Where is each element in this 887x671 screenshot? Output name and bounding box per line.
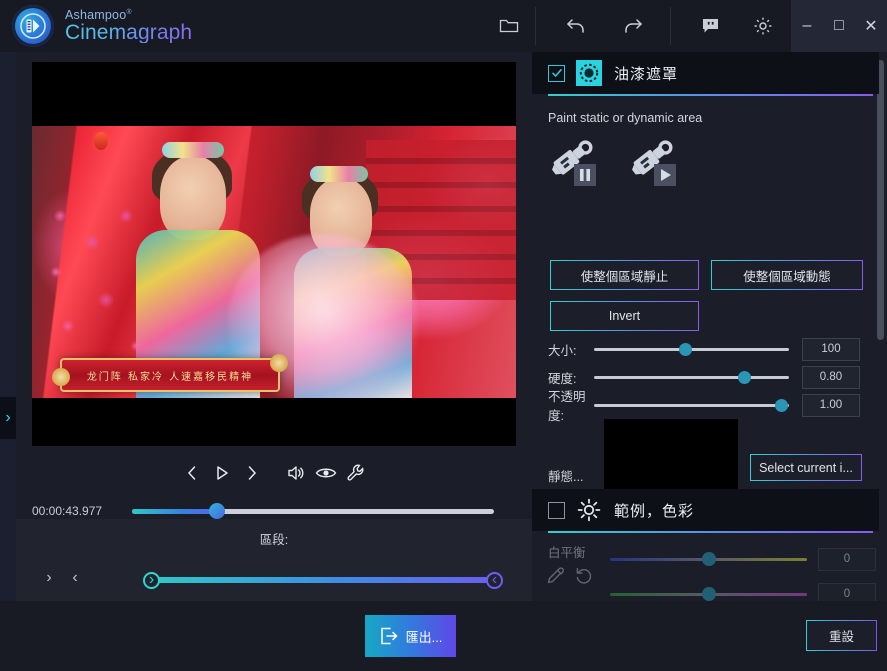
effects-panel: 油漆遮罩 Paint static or dynamic area (532, 52, 887, 601)
timeline-slider[interactable] (132, 509, 494, 514)
timeline-handle[interactable] (209, 503, 225, 519)
white-balance-temp-slider[interactable] (610, 558, 807, 561)
app-window: Ashampoo® Cinemagraph (0, 0, 887, 671)
make-all-dynamic-button[interactable]: 使整個區域動態 (711, 260, 863, 290)
playback-controls (32, 452, 516, 494)
brand-top-line: Ashampoo® (65, 9, 192, 22)
hardness-label: 硬度: (532, 368, 594, 387)
opacity-value[interactable]: 1.00 (802, 394, 860, 417)
paint-hint-text: Paint static or dynamic area (548, 111, 702, 125)
panel-scrollbar[interactable] (877, 60, 884, 340)
export-button-label: 匯出... (406, 627, 443, 646)
export-button[interactable]: 匯出... (365, 615, 456, 657)
letterbox-bottom (32, 398, 516, 446)
paint-mask-title: 油漆遮罩 (614, 63, 678, 84)
make-all-static-button[interactable]: 使整個區域靜止 (550, 260, 699, 290)
minimize-button[interactable]: – (791, 0, 823, 52)
segment-set-start-button[interactable]: › (38, 567, 60, 589)
brush-tool-group (548, 134, 686, 192)
size-slider-handle[interactable] (679, 343, 692, 356)
expand-left-panel-button[interactable]: › (0, 397, 16, 439)
play-button[interactable] (207, 457, 237, 489)
white-balance-temp-value[interactable]: 0 (818, 548, 876, 571)
hardness-value[interactable]: 0.80 (802, 366, 860, 389)
feedback-icon[interactable] (691, 6, 731, 46)
paint-mask-panel-header: 油漆遮罩 (532, 52, 879, 94)
paint-mask-underline (548, 94, 873, 96)
close-button[interactable]: ✕ (855, 0, 887, 52)
segment-set-end-button[interactable]: ‹ (64, 567, 86, 589)
redo-icon[interactable] (612, 6, 652, 46)
hardness-slider-handle[interactable] (738, 371, 751, 384)
current-timecode: 00:00:43.977 (32, 504, 132, 518)
segment-arrow-group: › ‹ (38, 567, 86, 589)
color-panel-underline (548, 531, 873, 533)
app-brand: Ashampoo® Cinemagraph (0, 0, 475, 52)
video-content: 龙门阵 私家冷 人速嘉移民精神 (32, 126, 516, 398)
brand-bottom-line: Cinemagraph (65, 22, 192, 43)
window-controls: – □ ✕ (791, 0, 887, 52)
paint-mask-checkbox[interactable] (548, 65, 565, 82)
settings-gear-icon[interactable] (743, 6, 783, 46)
segment-title: 區段: (16, 529, 532, 548)
invert-button[interactable]: Invert (550, 301, 699, 331)
white-balance-temp-handle[interactable] (702, 552, 716, 566)
white-balance-tint-slider[interactable] (610, 593, 807, 596)
app-logo-icon (12, 5, 54, 47)
bottom-bar: 匯出... (0, 601, 887, 671)
maximize-button[interactable]: □ (823, 0, 855, 52)
segment-handle-start[interactable]: › (143, 572, 160, 589)
next-frame-button[interactable] (237, 457, 267, 489)
tools-wrench-icon[interactable] (341, 457, 371, 489)
opacity-label: 不透明度: (532, 386, 594, 424)
opacity-slider-row: 不透明度: 1.00 (532, 392, 879, 418)
white-balance-temp-row: 0 (532, 546, 879, 572)
segment-handle-end[interactable]: ‹ (486, 572, 503, 589)
preview-eye-icon[interactable] (311, 457, 341, 489)
paint-mask-icon (576, 60, 602, 86)
opacity-slider[interactable] (594, 404, 789, 407)
color-panel-header: 範例，色彩 (532, 489, 879, 531)
video-preview[interactable]: 龙门阵 私家冷 人速嘉移民精神 (32, 62, 516, 446)
brightness-sun-icon (576, 497, 602, 523)
segment-range-slider[interactable]: › ‹ (151, 577, 495, 583)
white-balance-tint-handle[interactable] (702, 587, 716, 601)
brush-static-icon[interactable] (548, 134, 606, 192)
size-slider-row: 大小: 100 (532, 336, 879, 362)
timeline-fill (132, 509, 217, 514)
brush-dynamic-icon[interactable] (628, 134, 686, 192)
title-bar: Ashampoo® Cinemagraph (0, 0, 887, 52)
preview-pane: 龙门阵 私家冷 人速嘉移民精神 (16, 52, 532, 571)
previous-frame-button[interactable] (177, 457, 207, 489)
reset-button[interactable]: 重設 (806, 620, 877, 651)
white-balance-tint-value[interactable]: 0 (818, 583, 876, 602)
video-caption-text: 龙门阵 私家冷 人速嘉移民精神 (87, 368, 253, 383)
volume-icon[interactable] (281, 457, 311, 489)
export-icon (379, 626, 399, 646)
video-caption-banner: 龙门阵 私家冷 人速嘉移民精神 (60, 358, 280, 392)
white-balance-tint-row: 0 (532, 581, 879, 601)
open-folder-icon[interactable] (489, 6, 529, 46)
static-image-label: 靜態... (548, 466, 583, 485)
select-current-image-button[interactable]: Select current i... (750, 454, 862, 481)
segment-pane: 區段: › ‹ › ‹ (16, 519, 532, 601)
opacity-slider-handle[interactable] (775, 399, 788, 412)
color-panel-checkbox[interactable] (548, 502, 565, 519)
size-value[interactable]: 100 (802, 338, 860, 361)
brand-text: Ashampoo® Cinemagraph (65, 9, 192, 43)
size-label: 大小: (532, 340, 594, 359)
toolbar-divider (535, 7, 536, 45)
hardness-slider[interactable] (594, 376, 789, 379)
color-panel-title: 範例，色彩 (614, 500, 694, 521)
letterbox-top (32, 62, 516, 126)
size-slider[interactable] (594, 348, 789, 351)
undo-icon[interactable] (556, 6, 596, 46)
toolbar-divider-2 (670, 7, 671, 45)
left-rail: › (0, 52, 16, 671)
